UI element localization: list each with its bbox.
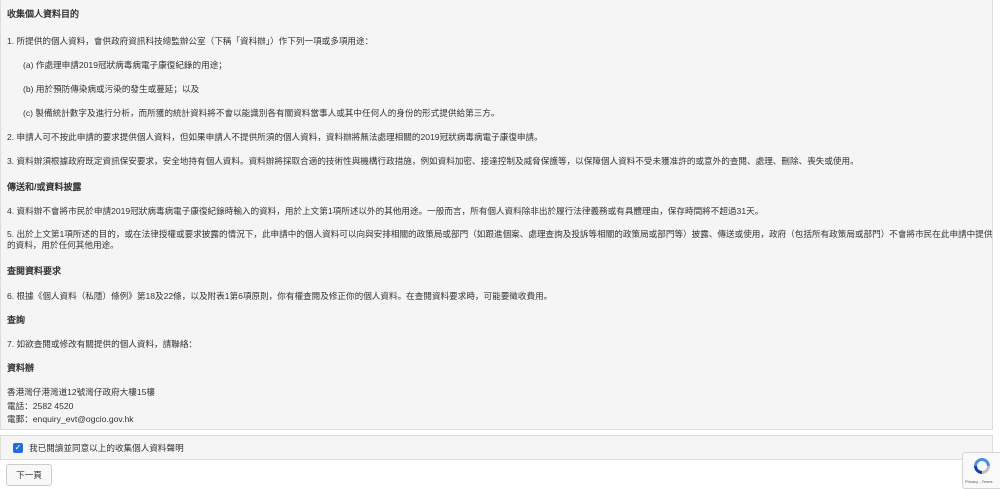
consent-row[interactable]: ✓ 我已閱讀並同意以上的收集個人資料聲明 [0, 435, 993, 460]
next-page-button[interactable]: 下一頁 [6, 464, 52, 486]
statement-item-1c: (c) 製備統計數字及進行分析，而所獲的統計資料將不會以能識別各有關資料當事人或… [23, 108, 500, 118]
consent-checkbox[interactable]: ✓ [13, 443, 23, 453]
recaptcha-icon [974, 458, 990, 474]
statement-item-3: 3. 資料辦須根據政府既定資訊保安要求，安全地持有個人資料。資料辦將採取合適的技… [7, 156, 859, 166]
statement-item-6: 6. 根據《個人資料（私隱）條例》第18及22條，以及附表1第6項原則，你有權查… [7, 291, 553, 301]
recaptcha-footer[interactable]: Privacy - Terms [965, 479, 992, 484]
privacy-statement-panel: 收集個人資料目的 1. 所提供的個人資料，會供政府資訊科技總監辦公室（下稱「資科… [0, 0, 993, 430]
contact-heading: 資料辦 [7, 363, 35, 373]
contact-address: 香港灣仔港灣道12號灣仔政府大樓15樓 [7, 387, 156, 397]
enquiry-heading: 查詢 [7, 315, 26, 325]
statement-item-2: 2. 申請人可不按此申請的要求提供個人資料，但如果申請人不提供所須的個人資料，資… [7, 132, 543, 142]
contact-phone: 電話：2582 4520 [7, 401, 74, 411]
recaptcha-badge[interactable]: Privacy - Terms [962, 452, 1000, 489]
contact-email: 電郵：enquiry_evt@ogcio.gov.hk [7, 414, 134, 424]
consent-label[interactable]: 我已閱讀並同意以上的收集個人資料聲明 [29, 443, 184, 454]
statement-item-7: 7. 如欲查閱或修改有關提供的個人資料，請聯絡： [7, 339, 198, 349]
statement-item-1b: (b) 用於預防傳染病或污染的發生或蔓延；以及 [23, 84, 200, 94]
collection-purpose-heading: 收集個人資料目的 [7, 9, 80, 19]
statement-item-4: 4. 資料辦不會將市民於申請2019冠狀病毒病電子康復紀錄時輸入的資料，用於上文… [7, 206, 764, 216]
statement-item-1a: (a) 作處理申請2019冠狀病毒病電子康復紀錄的用途； [23, 60, 227, 70]
statement-item-1: 1. 所提供的個人資料，會供政府資訊科技總監辦公室（下稱「資科辦」）作下列一項或… [7, 36, 374, 46]
transfer-disclosure-heading: 傳送和/或資料披露 [7, 182, 82, 192]
data-access-heading: 查閱資料要求 [7, 266, 62, 276]
statement-item-5: 5. 出於上文第1項所述的目的，或在法律授權或要求披露的情況下，此申請中的個人資… [7, 229, 993, 250]
